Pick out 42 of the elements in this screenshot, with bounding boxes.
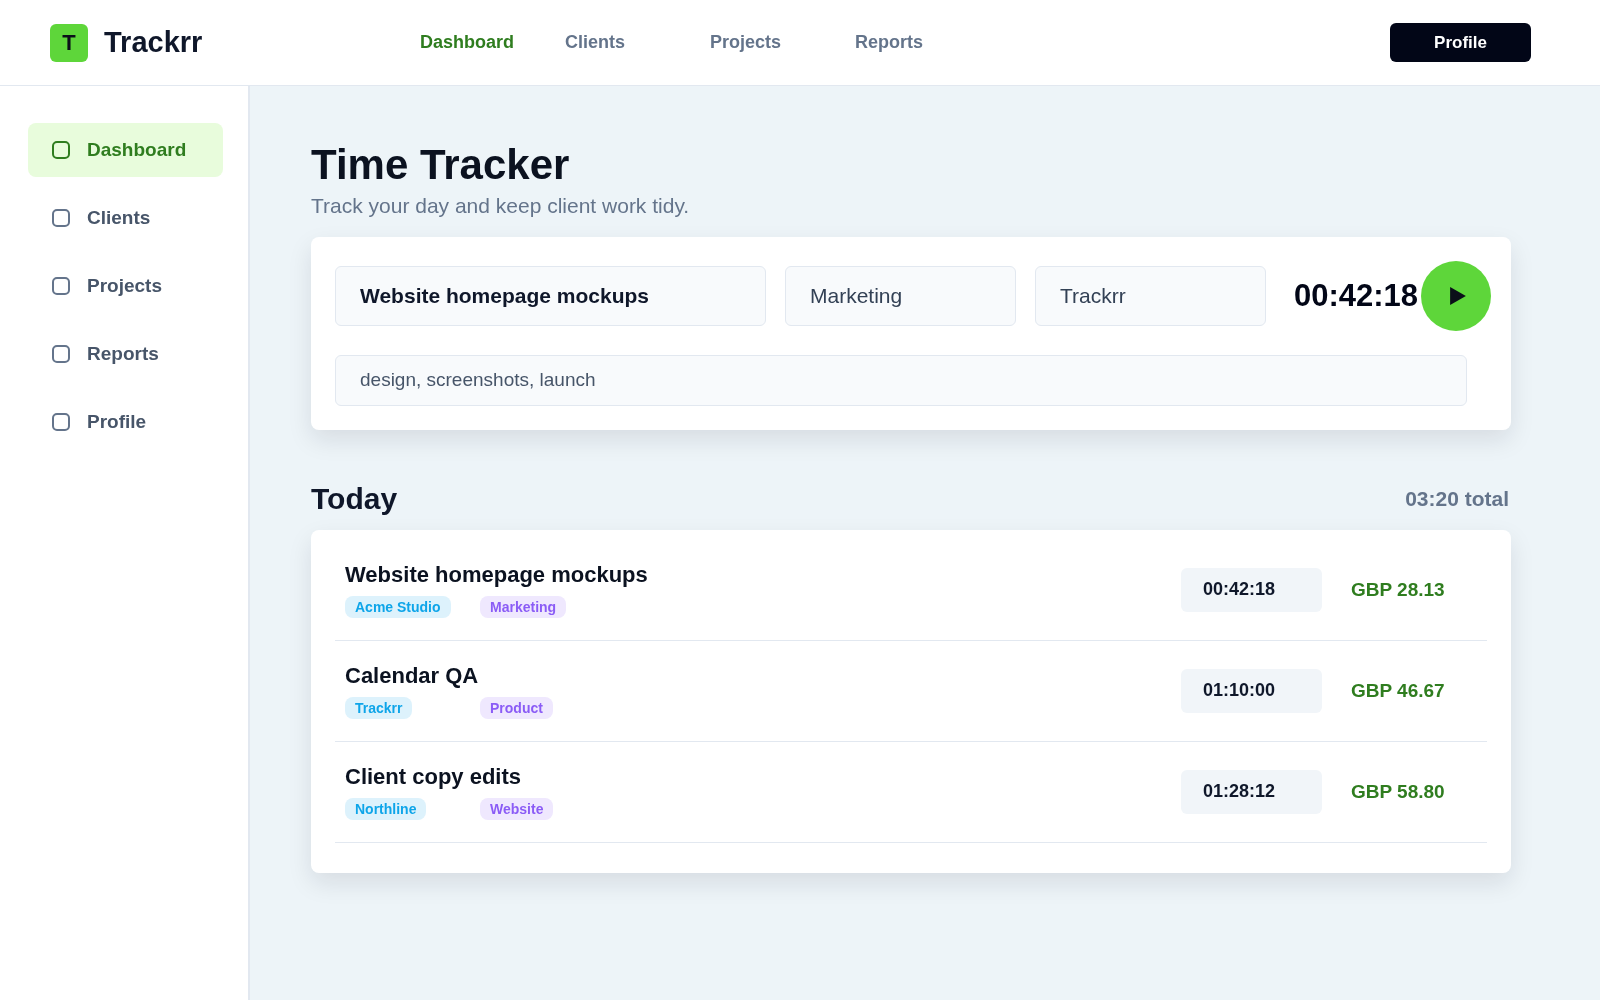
square-icon: [52, 141, 70, 159]
entry-amount: GBP 46.67: [1351, 679, 1446, 702]
sidebar-item[interactable]: Clients: [28, 191, 223, 245]
profile-button[interactable]: Profile: [1390, 23, 1531, 62]
task-field[interactable]: Website homepage mockups: [335, 265, 766, 326]
nav-link[interactable]: Dashboard: [420, 32, 515, 52]
play-icon: [1450, 286, 1466, 305]
elapsed-time: 00:42:18: [1294, 277, 1419, 314]
entry-amount: GBP 58.80: [1351, 780, 1446, 803]
sidebar-item[interactable]: Projects: [28, 259, 223, 313]
duration-pill: 00:42:18: [1181, 567, 1322, 612]
category-field[interactable]: Marketing: [785, 265, 1016, 326]
nav-link[interactable]: Clients: [565, 32, 625, 52]
total-time: 03:20 total: [1405, 486, 1510, 511]
tag: Website: [480, 797, 554, 820]
page-subtitle: Track your day and keep client work tidy.: [311, 193, 691, 220]
duration-pill: 01:28:12: [1181, 769, 1322, 814]
square-icon: [52, 413, 70, 431]
tag: Marketing: [480, 595, 567, 618]
logo-mark: T: [50, 23, 88, 62]
page-title: Time Tracker: [311, 140, 571, 190]
brand-name: Trackrr: [104, 26, 203, 59]
square-icon: [52, 209, 70, 227]
sidebar-item[interactable]: Profile: [28, 395, 223, 449]
tag: Product: [480, 696, 553, 719]
nav-link[interactable]: Projects: [710, 32, 782, 52]
section-heading: Today: [311, 481, 398, 516]
entry-title: Website homepage mockups: [345, 561, 649, 588]
tag: Northline: [345, 797, 427, 820]
tag: Trackrr: [345, 696, 413, 719]
square-icon: [52, 345, 70, 363]
entry-title: Client copy edits: [345, 763, 523, 790]
sidebar-item[interactable]: Reports: [28, 327, 223, 381]
tags-field[interactable]: design, screenshots, launch: [335, 354, 1467, 406]
nav-link[interactable]: Reports: [855, 32, 923, 52]
entry-title: Calendar QA: [345, 662, 480, 689]
tag: Acme Studio: [345, 595, 451, 618]
client-field[interactable]: Trackrr: [1035, 265, 1266, 326]
sidebar-item[interactable]: Dashboard: [28, 123, 223, 177]
entry-amount: GBP 28.13: [1351, 578, 1446, 601]
duration-pill: 01:10:00: [1181, 668, 1322, 713]
square-icon: [52, 277, 70, 295]
